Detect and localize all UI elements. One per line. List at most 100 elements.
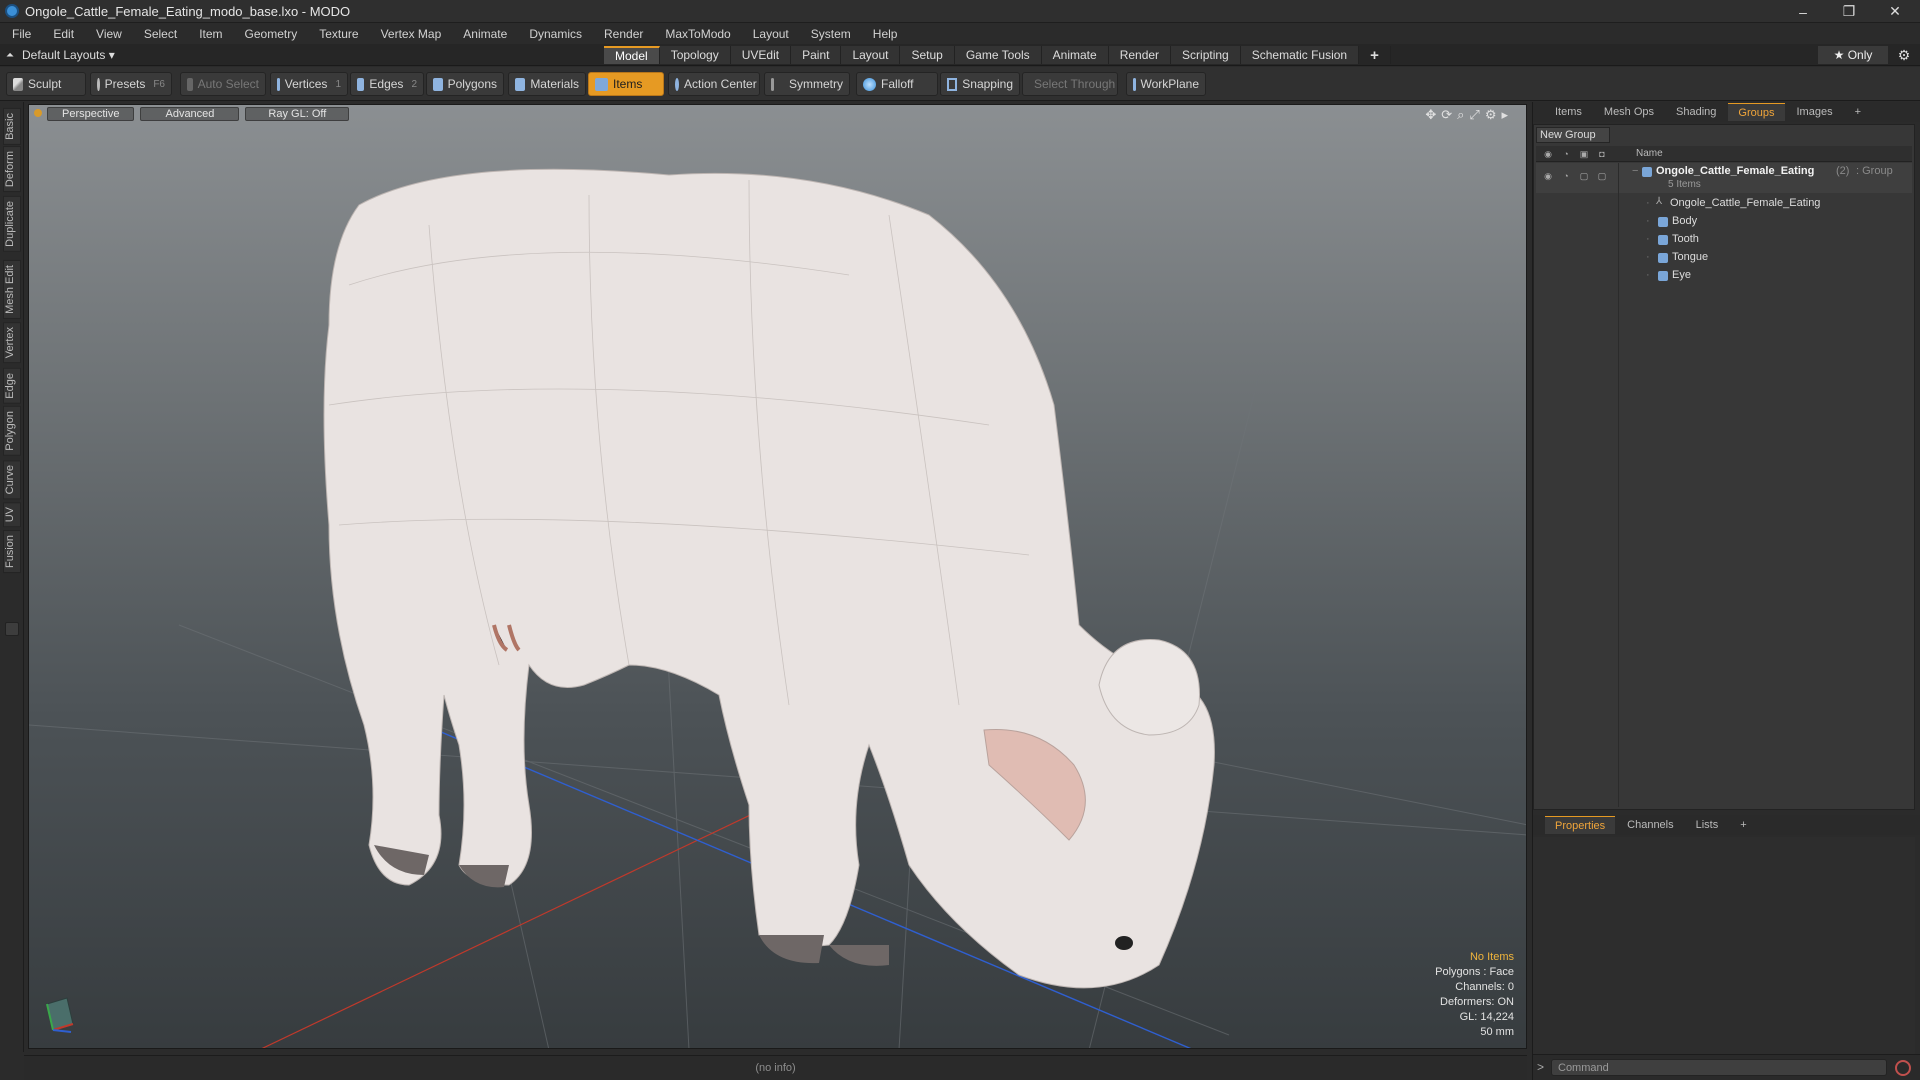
default-layouts-dropdown[interactable]: ⏶ Default Layouts ▾ — [6, 46, 115, 64]
tab-game-tools[interactable]: Game Tools — [954, 46, 1042, 64]
command-input[interactable]: Command — [1551, 1059, 1887, 1076]
viewport-expand-icon[interactable]: ▸ — [1501, 107, 1508, 123]
tab-uv[interactable]: UV — [3, 502, 21, 528]
workplane-button[interactable]: WorkPlane — [1126, 72, 1206, 96]
menu-system[interactable]: System — [811, 27, 851, 41]
falloff-button[interactable]: Falloff — [856, 72, 938, 96]
tab-shading[interactable]: Shading — [1666, 103, 1726, 121]
rotate-icon[interactable]: ⟳ — [1441, 107, 1452, 123]
tab-curve[interactable]: Curve — [3, 460, 21, 500]
snapping-button[interactable]: Snapping — [940, 72, 1020, 96]
tab-animate[interactable]: Animate — [1041, 46, 1109, 64]
tab-topology[interactable]: Topology — [659, 46, 731, 64]
tree-item-row[interactable]: · Tooth — [1536, 231, 1912, 249]
group-select-lock-icon[interactable]: ▢ — [1594, 170, 1610, 182]
menu-geometry[interactable]: Geometry — [245, 27, 298, 41]
view-mode-dropdown[interactable]: Perspective — [47, 107, 135, 121]
tab-vertex[interactable]: Vertex — [3, 322, 21, 364]
select-lock-icon[interactable]: ◘ — [1594, 148, 1610, 160]
fit-icon[interactable]: ⤢ — [1469, 107, 1479, 123]
auto-select-button[interactable]: Auto Select — [180, 72, 266, 96]
symmetry-button[interactable]: Symmetry — [764, 72, 850, 96]
add-panel-tab-button[interactable]: + — [1845, 103, 1871, 121]
tab-properties[interactable]: Properties — [1545, 816, 1616, 834]
shading-dropdown[interactable]: Advanced — [140, 107, 240, 121]
tab-uvedit[interactable]: UVEdit — [730, 46, 792, 64]
tab-edge[interactable]: Edge — [3, 368, 21, 404]
cow-model[interactable] — [323, 168, 1215, 989]
viewport-settings-icon[interactable]: ⚙ — [1485, 107, 1497, 123]
action-center-button[interactable]: Action Center — [668, 72, 760, 96]
tab-polygon[interactable]: Polygon — [3, 406, 21, 456]
materials-button[interactable]: Materials — [508, 72, 586, 96]
tab-lists[interactable]: Lists — [1686, 816, 1729, 834]
restore-button[interactable]: ❐ — [1826, 0, 1872, 23]
tab-items[interactable]: Items — [1545, 103, 1592, 121]
tree-item-row[interactable]: · Eye — [1536, 267, 1912, 285]
select-through-button[interactable]: Select Through — [1022, 72, 1118, 96]
zoom-icon[interactable]: ⌕ — [1457, 107, 1464, 123]
selection-stat: No Items — [1469, 951, 1514, 963]
tab-setup[interactable]: Setup — [900, 46, 955, 64]
tab-mesh-edit[interactable]: Mesh Edit — [3, 260, 21, 319]
tab-paint[interactable]: Paint — [791, 46, 842, 64]
edges-button[interactable]: Edges 2 — [350, 72, 424, 96]
panel-toggle-button[interactable] — [5, 622, 19, 636]
record-icon[interactable] — [1895, 1060, 1911, 1076]
menu-render[interactable]: Render — [604, 27, 643, 41]
items-button[interactable]: Items — [588, 72, 664, 96]
render-icon[interactable]: ◔ — [1558, 148, 1574, 160]
gear-icon[interactable]: ⚙ — [1894, 46, 1914, 64]
minimize-button[interactable]: – — [1780, 0, 1826, 23]
menu-maxtomodo[interactable]: MaxToModo — [665, 27, 730, 41]
tab-deform[interactable]: Deform — [3, 146, 21, 193]
group-render-icon[interactable]: ◔ — [1558, 170, 1574, 182]
tab-fusion[interactable]: Fusion — [3, 530, 21, 574]
tab-render[interactable]: Render — [1108, 46, 1172, 64]
pan-icon[interactable]: ✥ — [1425, 107, 1436, 123]
new-group-button[interactable]: New Group — [1536, 127, 1610, 143]
collapse-arrow-icon[interactable]: − — [1632, 165, 1638, 177]
sculpt-button[interactable]: Sculpt — [6, 72, 86, 96]
auto-select-label: Auto Select — [197, 77, 259, 91]
menu-vertex-map[interactable]: Vertex Map — [381, 27, 442, 41]
viewport-menu-dot-icon[interactable] — [34, 109, 42, 117]
lock-icon[interactable]: ▣ — [1576, 148, 1592, 160]
tab-model[interactable]: Model — [604, 46, 660, 64]
tab-schematic-fusion[interactable]: Schematic Fusion — [1240, 46, 1360, 64]
menu-view[interactable]: View — [96, 27, 122, 41]
3d-viewport[interactable]: Perspective Advanced Ray GL: Off ✥ ⟳ ⌕ ⤢… — [28, 104, 1527, 1049]
menu-layout[interactable]: Layout — [753, 27, 789, 41]
group-visibility-eye-icon[interactable]: ◉ — [1540, 170, 1556, 182]
group-row[interactable]: ◉ ◔ ▢ ▢ − Ongole_Cattle_Female_Eating (2… — [1536, 163, 1912, 193]
tab-duplicate[interactable]: Duplicate — [3, 196, 21, 252]
presets-button[interactable]: Presets F6 — [90, 72, 172, 96]
menu-texture[interactable]: Texture — [319, 27, 358, 41]
tab-basic[interactable]: Basic — [3, 108, 21, 145]
tree-item-row[interactable]: · Tongue — [1536, 249, 1912, 267]
tab-scripting[interactable]: Scripting — [1171, 46, 1241, 64]
menu-help[interactable]: Help — [873, 27, 898, 41]
add-bottom-tab-button[interactable]: + — [1730, 816, 1756, 834]
tab-channels[interactable]: Channels — [1617, 816, 1683, 834]
tab-mesh-ops[interactable]: Mesh Ops — [1594, 103, 1664, 121]
only-toggle[interactable]: ★ Only — [1818, 46, 1888, 64]
tab-images[interactable]: Images — [1787, 103, 1843, 121]
close-button[interactable]: ✕ — [1872, 0, 1918, 23]
menu-file[interactable]: File — [12, 27, 31, 41]
menu-select[interactable]: Select — [144, 27, 177, 41]
menu-item[interactable]: Item — [199, 27, 222, 41]
tree-item-row[interactable]: · Body — [1536, 213, 1912, 231]
menu-dynamics[interactable]: Dynamics — [529, 27, 582, 41]
polygons-button[interactable]: Polygons — [426, 72, 504, 96]
tab-layout[interactable]: Layout — [841, 46, 901, 64]
visibility-eye-icon[interactable]: ◉ — [1540, 148, 1556, 160]
vertices-button[interactable]: Vertices 1 — [270, 72, 348, 96]
tree-item-row[interactable]: · ⅄ Ongole_Cattle_Female_Eating — [1536, 195, 1912, 213]
tab-groups[interactable]: Groups — [1728, 103, 1785, 121]
menu-animate[interactable]: Animate — [463, 27, 507, 41]
add-layout-tab-button[interactable]: + — [1359, 46, 1391, 64]
menu-edit[interactable]: Edit — [53, 27, 74, 41]
group-lock-icon[interactable]: ▢ — [1576, 170, 1592, 182]
raygl-dropdown[interactable]: Ray GL: Off — [245, 107, 350, 121]
